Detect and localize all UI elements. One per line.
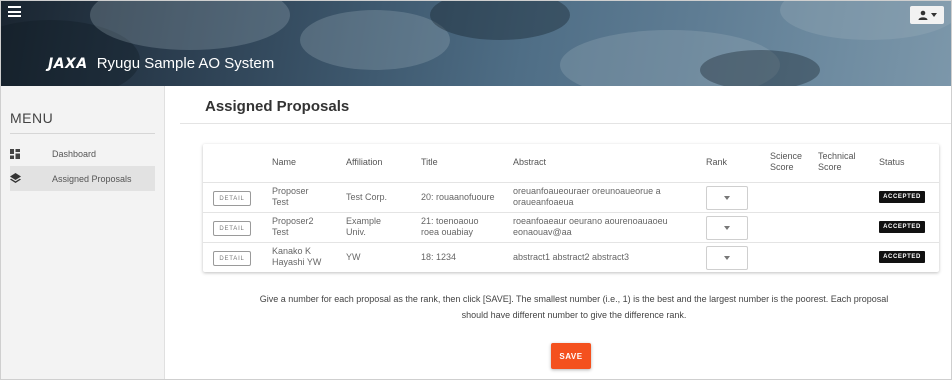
- table-row: DETAIL Kanako K Hayashi YW YW 18: 1234 a…: [203, 242, 939, 272]
- table-row: DETAIL Proposer2 Test Example Univ. 21: …: [203, 212, 939, 243]
- cell-line: Test: [272, 197, 289, 207]
- chevron-down-icon: [930, 13, 937, 17]
- cell-affiliation: YW: [346, 252, 361, 262]
- user-menu-button[interactable]: [910, 6, 944, 24]
- cell-line: oraueanfoaeua: [513, 197, 574, 207]
- cell-line: roea ouabiay: [421, 227, 474, 237]
- page-title: Assigned Proposals: [205, 98, 350, 115]
- menu-title: MENU: [10, 110, 54, 126]
- table-header-row: Name Affiliation Title Abstract Rank Sci…: [203, 144, 939, 183]
- column-header-line: Score: [770, 162, 794, 172]
- detail-button[interactable]: DETAIL: [213, 251, 251, 266]
- instructions-line: Give a number for each proposal as the r…: [259, 294, 889, 304]
- column-header-line: Score: [818, 162, 842, 172]
- sidebar-item-label: Assigned Proposals: [52, 173, 132, 184]
- column-header-technical-score: Technical Score: [818, 151, 856, 173]
- proposals-table: Name Affiliation Title Abstract Rank Sci…: [203, 144, 939, 272]
- ranking-instructions: Give a number for each proposal as the r…: [210, 291, 938, 323]
- column-header-science-score: Science Score: [770, 151, 802, 173]
- cell-abstract: abstract1 abstract2 abstract3: [513, 252, 630, 262]
- cell-name: Proposer2 Test: [272, 216, 314, 238]
- dropdown-arrow-icon: [724, 256, 730, 260]
- cell-name: Kanako K Hayashi YW: [272, 246, 321, 268]
- sidebar-divider: [10, 133, 155, 134]
- dropdown-arrow-icon: [724, 226, 730, 230]
- column-header-title: Title: [421, 157, 438, 167]
- save-button[interactable]: SAVE: [551, 343, 591, 369]
- rank-select[interactable]: [706, 246, 748, 270]
- column-header-status: Status: [879, 157, 905, 167]
- sidebar: MENU Dashboard Assigned Proposals: [0, 86, 165, 380]
- cell-line: Kanako K: [272, 246, 312, 256]
- column-header-line: Science: [770, 151, 803, 161]
- detail-button[interactable]: DETAIL: [213, 191, 251, 206]
- user-icon: [918, 10, 927, 20]
- cell-title: 18: 1234: [421, 252, 457, 262]
- app-header: JAXA Ryugu Sample AO System: [0, 0, 952, 86]
- cell-abstract: roeanfoaeaur oeurano aourenoauaoeu eonao…: [513, 216, 668, 238]
- cell-line: Proposer: [272, 186, 309, 196]
- rank-select[interactable]: [706, 216, 748, 240]
- status-badge: ACCEPTED: [879, 221, 925, 233]
- column-header-affiliation: Affiliation: [346, 157, 383, 167]
- header-bg-shape: [300, 10, 450, 70]
- status-badge: ACCEPTED: [879, 191, 925, 203]
- instructions-line: should have different number to give the…: [461, 310, 687, 320]
- column-header-name: Name: [272, 157, 297, 167]
- rank-select[interactable]: [706, 186, 748, 210]
- sidebar-item-label: Dashboard: [52, 148, 97, 159]
- cell-line: eonaouav@aa: [513, 227, 572, 237]
- column-header-rank: Rank: [706, 157, 728, 167]
- cell-line: oreuanfoaueouraer oreunoaueorue a: [513, 186, 661, 196]
- app-title: Ryugu Sample AO System: [96, 55, 275, 72]
- cell-affiliation: Test Corp.: [346, 192, 388, 202]
- cell-line: Hayashi YW: [272, 257, 322, 267]
- cell-title: 20: rouaanofuoure: [421, 192, 495, 202]
- title-divider: [180, 123, 952, 124]
- brand: JAXA Ryugu Sample AO System: [48, 55, 274, 72]
- layers-icon: [10, 173, 21, 183]
- cell-name: Proposer Test: [272, 186, 309, 208]
- cell-line: 21: toenoaouo: [421, 216, 479, 226]
- column-header-line: Technical: [818, 151, 856, 161]
- column-header-abstract: Abstract: [513, 157, 547, 167]
- cell-title: 21: toenoaouo roea ouabiay: [421, 216, 479, 238]
- hamburger-menu-icon[interactable]: [8, 6, 21, 17]
- cell-line: Test: [272, 227, 289, 237]
- cell-line: roeanfoaeaur oeurano aourenoauaoeu: [513, 216, 668, 226]
- cell-line: Proposer2: [272, 216, 314, 226]
- dashboard-icon: [10, 148, 20, 159]
- detail-button[interactable]: DETAIL: [213, 221, 251, 236]
- status-badge: ACCEPTED: [879, 251, 925, 263]
- header-bg-shape: [430, 0, 570, 40]
- cell-affiliation: Example Univ.: [346, 216, 381, 238]
- cell-line: Univ.: [346, 227, 366, 237]
- table-row: DETAIL Proposer Test Test Corp. 20: roua…: [203, 182, 939, 213]
- cell-abstract: oreuanfoaueouraer oreunoaueorue a orauea…: [513, 186, 661, 208]
- sidebar-item-dashboard[interactable]: Dashboard: [10, 141, 155, 166]
- cell-line: Example: [346, 216, 382, 226]
- sidebar-item-assigned-proposals[interactable]: Assigned Proposals: [10, 166, 155, 191]
- header-bg-shape: [700, 50, 820, 86]
- jaxa-logo: JAXA: [48, 55, 88, 72]
- dropdown-arrow-icon: [724, 196, 730, 200]
